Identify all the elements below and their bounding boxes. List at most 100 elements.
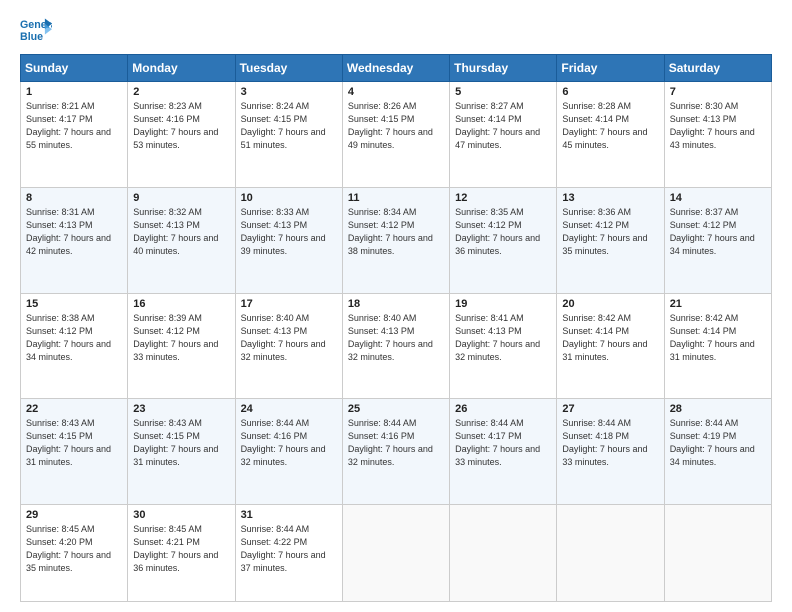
day-info: Sunrise: 8:44 AM Sunset: 4:18 PM Dayligh…	[562, 417, 658, 469]
calendar-cell: 14 Sunrise: 8:37 AM Sunset: 4:12 PM Dayl…	[664, 187, 771, 293]
day-number: 10	[241, 192, 337, 204]
calendar-cell	[450, 505, 557, 602]
day-number: 9	[133, 192, 229, 204]
day-info: Sunrise: 8:45 AM Sunset: 4:21 PM Dayligh…	[133, 523, 229, 575]
day-number: 29	[26, 509, 122, 521]
weekday-header-tuesday: Tuesday	[235, 55, 342, 82]
day-info: Sunrise: 8:42 AM Sunset: 4:14 PM Dayligh…	[670, 312, 766, 364]
day-info: Sunrise: 8:31 AM Sunset: 4:13 PM Dayligh…	[26, 206, 122, 258]
weekday-header-sunday: Sunday	[21, 55, 128, 82]
calendar-cell: 25 Sunrise: 8:44 AM Sunset: 4:16 PM Dayl…	[342, 399, 449, 505]
day-info: Sunrise: 8:24 AM Sunset: 4:15 PM Dayligh…	[241, 100, 337, 152]
day-number: 3	[241, 86, 337, 98]
calendar-cell: 27 Sunrise: 8:44 AM Sunset: 4:18 PM Dayl…	[557, 399, 664, 505]
header: General Blue	[20, 16, 772, 44]
day-info: Sunrise: 8:34 AM Sunset: 4:12 PM Dayligh…	[348, 206, 444, 258]
calendar-cell: 20 Sunrise: 8:42 AM Sunset: 4:14 PM Dayl…	[557, 293, 664, 399]
page: General Blue SundayMondayTuesdayWednesda…	[0, 0, 792, 612]
day-number: 31	[241, 509, 337, 521]
calendar-cell: 5 Sunrise: 8:27 AM Sunset: 4:14 PM Dayli…	[450, 82, 557, 188]
day-info: Sunrise: 8:27 AM Sunset: 4:14 PM Dayligh…	[455, 100, 551, 152]
day-info: Sunrise: 8:33 AM Sunset: 4:13 PM Dayligh…	[241, 206, 337, 258]
calendar-week-row: 8 Sunrise: 8:31 AM Sunset: 4:13 PM Dayli…	[21, 187, 772, 293]
calendar-cell: 18 Sunrise: 8:40 AM Sunset: 4:13 PM Dayl…	[342, 293, 449, 399]
day-number: 11	[348, 192, 444, 204]
day-info: Sunrise: 8:44 AM Sunset: 4:19 PM Dayligh…	[670, 417, 766, 469]
calendar-cell: 4 Sunrise: 8:26 AM Sunset: 4:15 PM Dayli…	[342, 82, 449, 188]
calendar-cell: 8 Sunrise: 8:31 AM Sunset: 4:13 PM Dayli…	[21, 187, 128, 293]
calendar-cell: 28 Sunrise: 8:44 AM Sunset: 4:19 PM Dayl…	[664, 399, 771, 505]
day-number: 8	[26, 192, 122, 204]
day-number: 21	[670, 298, 766, 310]
weekday-header-friday: Friday	[557, 55, 664, 82]
calendar-cell: 15 Sunrise: 8:38 AM Sunset: 4:12 PM Dayl…	[21, 293, 128, 399]
calendar-cell: 22 Sunrise: 8:43 AM Sunset: 4:15 PM Dayl…	[21, 399, 128, 505]
calendar-cell: 30 Sunrise: 8:45 AM Sunset: 4:21 PM Dayl…	[128, 505, 235, 602]
calendar-cell: 1 Sunrise: 8:21 AM Sunset: 4:17 PM Dayli…	[21, 82, 128, 188]
day-info: Sunrise: 8:43 AM Sunset: 4:15 PM Dayligh…	[133, 417, 229, 469]
calendar-cell: 26 Sunrise: 8:44 AM Sunset: 4:17 PM Dayl…	[450, 399, 557, 505]
day-number: 24	[241, 403, 337, 415]
calendar-table: SundayMondayTuesdayWednesdayThursdayFrid…	[20, 54, 772, 602]
day-number: 4	[348, 86, 444, 98]
day-info: Sunrise: 8:26 AM Sunset: 4:15 PM Dayligh…	[348, 100, 444, 152]
calendar-cell: 11 Sunrise: 8:34 AM Sunset: 4:12 PM Dayl…	[342, 187, 449, 293]
day-number: 30	[133, 509, 229, 521]
logo: General Blue	[20, 16, 52, 44]
weekday-header-monday: Monday	[128, 55, 235, 82]
calendar-cell: 17 Sunrise: 8:40 AM Sunset: 4:13 PM Dayl…	[235, 293, 342, 399]
calendar-week-row: 22 Sunrise: 8:43 AM Sunset: 4:15 PM Dayl…	[21, 399, 772, 505]
calendar-week-row: 1 Sunrise: 8:21 AM Sunset: 4:17 PM Dayli…	[21, 82, 772, 188]
day-info: Sunrise: 8:44 AM Sunset: 4:16 PM Dayligh…	[348, 417, 444, 469]
calendar-cell	[342, 505, 449, 602]
day-info: Sunrise: 8:38 AM Sunset: 4:12 PM Dayligh…	[26, 312, 122, 364]
day-number: 14	[670, 192, 766, 204]
weekday-header-row: SundayMondayTuesdayWednesdayThursdayFrid…	[21, 55, 772, 82]
day-info: Sunrise: 8:32 AM Sunset: 4:13 PM Dayligh…	[133, 206, 229, 258]
day-info: Sunrise: 8:41 AM Sunset: 4:13 PM Dayligh…	[455, 312, 551, 364]
day-info: Sunrise: 8:45 AM Sunset: 4:20 PM Dayligh…	[26, 523, 122, 575]
day-number: 23	[133, 403, 229, 415]
calendar-cell: 12 Sunrise: 8:35 AM Sunset: 4:12 PM Dayl…	[450, 187, 557, 293]
weekday-header-saturday: Saturday	[664, 55, 771, 82]
day-number: 26	[455, 403, 551, 415]
calendar-cell: 9 Sunrise: 8:32 AM Sunset: 4:13 PM Dayli…	[128, 187, 235, 293]
calendar-cell: 10 Sunrise: 8:33 AM Sunset: 4:13 PM Dayl…	[235, 187, 342, 293]
calendar-cell: 23 Sunrise: 8:43 AM Sunset: 4:15 PM Dayl…	[128, 399, 235, 505]
day-info: Sunrise: 8:40 AM Sunset: 4:13 PM Dayligh…	[241, 312, 337, 364]
day-number: 17	[241, 298, 337, 310]
calendar-week-row: 29 Sunrise: 8:45 AM Sunset: 4:20 PM Dayl…	[21, 505, 772, 602]
weekday-header-thursday: Thursday	[450, 55, 557, 82]
logo-icon: General Blue	[20, 16, 52, 44]
day-info: Sunrise: 8:36 AM Sunset: 4:12 PM Dayligh…	[562, 206, 658, 258]
day-info: Sunrise: 8:40 AM Sunset: 4:13 PM Dayligh…	[348, 312, 444, 364]
day-info: Sunrise: 8:23 AM Sunset: 4:16 PM Dayligh…	[133, 100, 229, 152]
calendar-cell: 3 Sunrise: 8:24 AM Sunset: 4:15 PM Dayli…	[235, 82, 342, 188]
day-number: 15	[26, 298, 122, 310]
calendar-cell: 31 Sunrise: 8:44 AM Sunset: 4:22 PM Dayl…	[235, 505, 342, 602]
day-info: Sunrise: 8:37 AM Sunset: 4:12 PM Dayligh…	[670, 206, 766, 258]
day-info: Sunrise: 8:44 AM Sunset: 4:17 PM Dayligh…	[455, 417, 551, 469]
day-info: Sunrise: 8:39 AM Sunset: 4:12 PM Dayligh…	[133, 312, 229, 364]
day-number: 18	[348, 298, 444, 310]
calendar-cell: 21 Sunrise: 8:42 AM Sunset: 4:14 PM Dayl…	[664, 293, 771, 399]
weekday-header-wednesday: Wednesday	[342, 55, 449, 82]
day-info: Sunrise: 8:28 AM Sunset: 4:14 PM Dayligh…	[562, 100, 658, 152]
day-number: 16	[133, 298, 229, 310]
calendar-cell: 6 Sunrise: 8:28 AM Sunset: 4:14 PM Dayli…	[557, 82, 664, 188]
day-info: Sunrise: 8:44 AM Sunset: 4:16 PM Dayligh…	[241, 417, 337, 469]
day-number: 13	[562, 192, 658, 204]
day-number: 27	[562, 403, 658, 415]
day-number: 7	[670, 86, 766, 98]
day-info: Sunrise: 8:42 AM Sunset: 4:14 PM Dayligh…	[562, 312, 658, 364]
day-number: 12	[455, 192, 551, 204]
day-number: 22	[26, 403, 122, 415]
day-number: 1	[26, 86, 122, 98]
day-number: 25	[348, 403, 444, 415]
calendar-cell: 2 Sunrise: 8:23 AM Sunset: 4:16 PM Dayli…	[128, 82, 235, 188]
day-info: Sunrise: 8:43 AM Sunset: 4:15 PM Dayligh…	[26, 417, 122, 469]
day-info: Sunrise: 8:21 AM Sunset: 4:17 PM Dayligh…	[26, 100, 122, 152]
day-number: 20	[562, 298, 658, 310]
calendar-cell: 29 Sunrise: 8:45 AM Sunset: 4:20 PM Dayl…	[21, 505, 128, 602]
day-number: 19	[455, 298, 551, 310]
